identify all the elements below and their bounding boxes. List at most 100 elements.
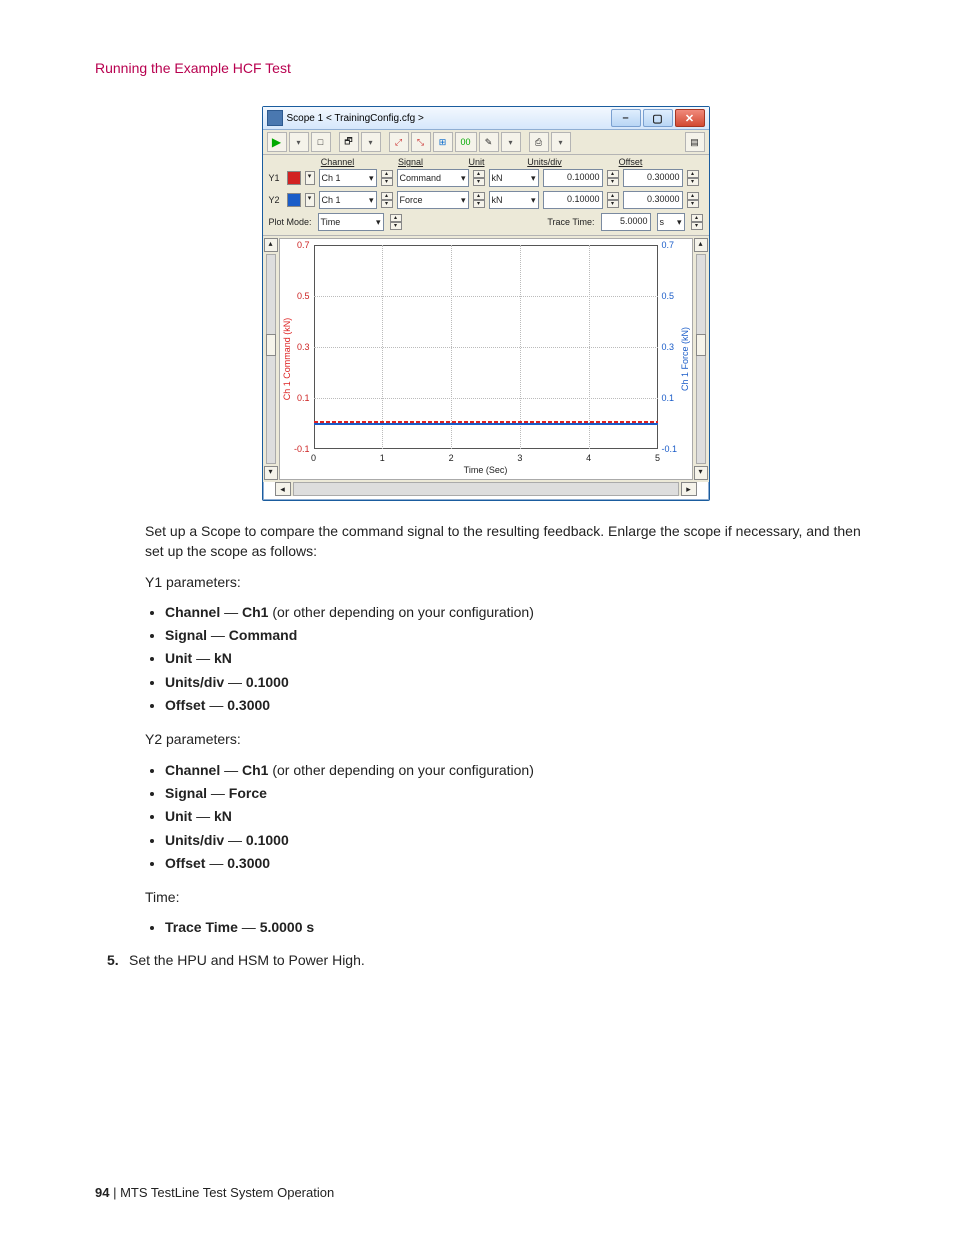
y2-signal-select[interactable]: Force▾ [397,191,469,209]
x-tick: 3 [517,453,522,463]
stop-button[interactable]: □ [311,132,331,152]
right-slider-up-icon[interactable]: ▴ [694,238,708,252]
y-axis-left-label: Ch 1 Command (kN) [282,318,292,401]
tool-icon[interactable]: ✎ [479,132,499,152]
y2-offset-spin[interactable]: ▴▾ [687,192,699,208]
time-params-list: Trace Time — 5.0000 s [165,917,874,937]
y1-signal-spin[interactable]: ▴▾ [473,170,485,186]
yr-tick: 0.1 [662,393,686,403]
y1-color-dropdown[interactable]: ▾ [305,171,315,185]
window-title: Scope 1 < TrainingConfig.cfg > [287,113,611,124]
yr-tick: 0.5 [662,291,686,301]
y2-offset-input[interactable]: 0.30000 [623,191,683,209]
trace-y1-command [314,421,658,423]
autoscale-y-icon[interactable]: ⤢ [389,132,409,152]
y1-unit-select[interactable]: kN▾ [489,169,539,187]
right-y-slider[interactable]: ▴ ▾ [695,238,707,480]
trace-time-label: Trace Time: [547,217,594,227]
y2-color-dropdown[interactable]: ▾ [305,193,315,207]
x-scroll-left-icon[interactable]: ◂ [275,482,291,496]
play-button[interactable]: ▶ [267,132,287,152]
section-header: Running the Example HCF Test [95,60,874,76]
close-button[interactable]: ✕ [675,109,705,127]
page-number: 94 [95,1185,109,1200]
zoom-dropdown[interactable]: ▾ [361,132,381,152]
x-axis-label: Time (Sec) [464,465,508,475]
y2-params-list: Channel — Ch1 (or other depending on you… [165,760,874,873]
plot-mode-row: Plot Mode: Time▾ ▴▾ Trace Time: 5.0000 s… [263,211,709,236]
intro-paragraph: Set up a Scope to compare the command si… [145,521,874,562]
y2-unitsdiv-input[interactable]: 0.10000 [543,191,603,209]
y2-color-swatch[interactable] [287,193,301,207]
left-slider-up-icon[interactable]: ▴ [264,238,278,252]
trace-time-spin[interactable]: ▴▾ [691,214,703,230]
y2-signal-spin[interactable]: ▴▾ [473,192,485,208]
trace-time-input[interactable]: 5.0000 [601,213,651,231]
scope-figure: Scope 1 < TrainingConfig.cfg > – ▢ ✕ ▶ ▾… [262,106,708,501]
list-item: Units/div — 0.1000 [165,830,874,850]
list-item: Offset — 0.3000 [165,695,874,715]
print-dropdown[interactable]: ▾ [551,132,571,152]
scope-app-icon [267,110,283,126]
grid-icon[interactable]: ⊞ [433,132,453,152]
yl-tick: -0.1 [290,444,310,454]
list-item: Offset — 0.3000 [165,853,874,873]
y1-color-swatch[interactable] [287,171,301,185]
titlebar: Scope 1 < TrainingConfig.cfg > – ▢ ✕ [263,107,709,130]
y2-channel-select[interactable]: Ch 1▾ [319,191,377,209]
play-dropdown[interactable]: ▾ [289,132,309,152]
hdr-signal: Signal [373,157,449,167]
trace-time-unit-select[interactable]: s▾ [657,213,685,231]
list-item: Unit — kN [165,806,874,826]
x-tick: 5 [655,453,660,463]
counter-icon[interactable]: 00 [455,132,477,152]
y-axis-right-label: Ch 1 Force (kN) [680,327,690,391]
step-5-text: Set the HPU and HSM to Power High. [129,952,365,968]
hdr-channel: Channel [303,157,373,167]
plot-mode-label: Plot Mode: [269,217,312,227]
y1-offset-spin[interactable]: ▴▾ [687,170,699,186]
plot-mode-select[interactable]: Time▾ [318,213,384,231]
right-slider-down-icon[interactable]: ▾ [694,466,708,480]
y1-signal-select[interactable]: Command▾ [397,169,469,187]
y1-offset-input[interactable]: 0.30000 [623,169,683,187]
y1-unitsdiv-spin[interactable]: ▴▾ [607,170,619,186]
x-tick: 4 [586,453,591,463]
hdr-offset: Offset [595,157,667,167]
yl-tick: 0.5 [290,291,310,301]
autoscale-x-icon[interactable]: ⤡ [411,132,431,152]
time-header: Time: [145,887,874,907]
x-scroll-right-icon[interactable]: ▸ [681,482,697,496]
left-slider-down-icon[interactable]: ▾ [264,466,278,480]
maximize-button[interactable]: ▢ [643,109,673,127]
hdr-units-div: Units/div [509,157,581,167]
settings-icon[interactable]: ▤ [685,132,705,152]
scope-window: Scope 1 < TrainingConfig.cfg > – ▢ ✕ ▶ ▾… [262,106,710,501]
y2-unit-select[interactable]: kN▾ [489,191,539,209]
list-item: Channel — Ch1 (or other depending on you… [165,760,874,780]
trace-y2-force [314,423,658,425]
minimize-button[interactable]: – [611,109,641,127]
zoom-selection-icon[interactable]: 🗗 [339,132,359,152]
plot-mode-spin[interactable]: ▴▾ [390,214,402,230]
chart-area: ▴ ▾ Ch 1 Command (kN) Ch 1 Force (kN) [263,236,709,482]
yl-tick: 0.7 [290,240,310,250]
config-row-y2: Y2 ▾ Ch 1▾ ▴▾ Force▾ ▴▾ kN▾ 0.10000 ▴▾ 0… [263,189,709,211]
y1-label: Y1 [269,173,283,183]
print-icon[interactable]: ⎙ [529,132,549,152]
y1-channel-spin[interactable]: ▴▾ [381,170,393,186]
x-scrollbar[interactable]: ◂ ▸ [275,482,697,496]
y2-unitsdiv-spin[interactable]: ▴▾ [607,192,619,208]
step-5-number: 5. [107,952,129,968]
left-y-slider[interactable]: ▴ ▾ [265,238,277,480]
step-5: 5. Set the HPU and HSM to Power High. [107,952,874,968]
hdr-unit: Unit [449,157,505,167]
plot-canvas: Ch 1 Command (kN) Ch 1 Force (kN) [279,238,693,480]
y1-unitsdiv-input[interactable]: 0.10000 [543,169,603,187]
y1-params-list: Channel — Ch1 (or other depending on you… [165,602,874,715]
tool-dropdown[interactable]: ▾ [501,132,521,152]
y1-channel-select[interactable]: Ch 1▾ [319,169,377,187]
y2-channel-spin[interactable]: ▴▾ [381,192,393,208]
yl-tick: 0.1 [290,393,310,403]
config-column-headers: Channel Signal Unit Units/div Offset [263,155,709,167]
